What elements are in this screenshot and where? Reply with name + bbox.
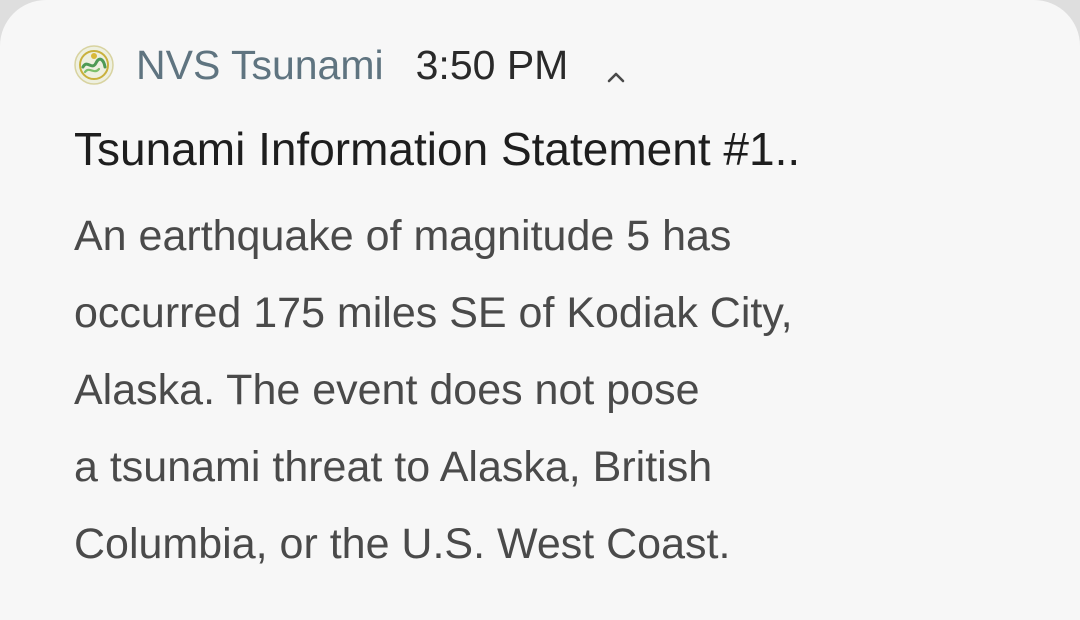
body-line: An earthquake of magnitude 5 has — [74, 212, 732, 260]
app-icon — [74, 45, 114, 85]
body-line: occurred 175 miles SE of Kodiak City, — [74, 289, 793, 337]
notification-body: An earthquake of magnitude 5 has occurre… — [74, 198, 1034, 583]
body-line: Columbia, or the U.S. West Coast. — [74, 520, 731, 568]
notification-time: 3:50 PM — [415, 41, 569, 88]
notification-title: Tsunami Information Statement #1.. — [74, 123, 801, 175]
notification-card[interactable]: NVS Tsunami 3:50 PM Tsunami Information … — [0, 0, 1080, 620]
body-line: a tsunami threat to Alaska, British — [74, 443, 713, 491]
app-name: NVS Tsunami — [136, 41, 384, 88]
body-line: Alaska. The event does not pose — [74, 366, 700, 414]
chevron-up-icon[interactable] — [604, 53, 628, 83]
notification-header: NVS Tsunami 3:50 PM — [74, 38, 628, 92]
